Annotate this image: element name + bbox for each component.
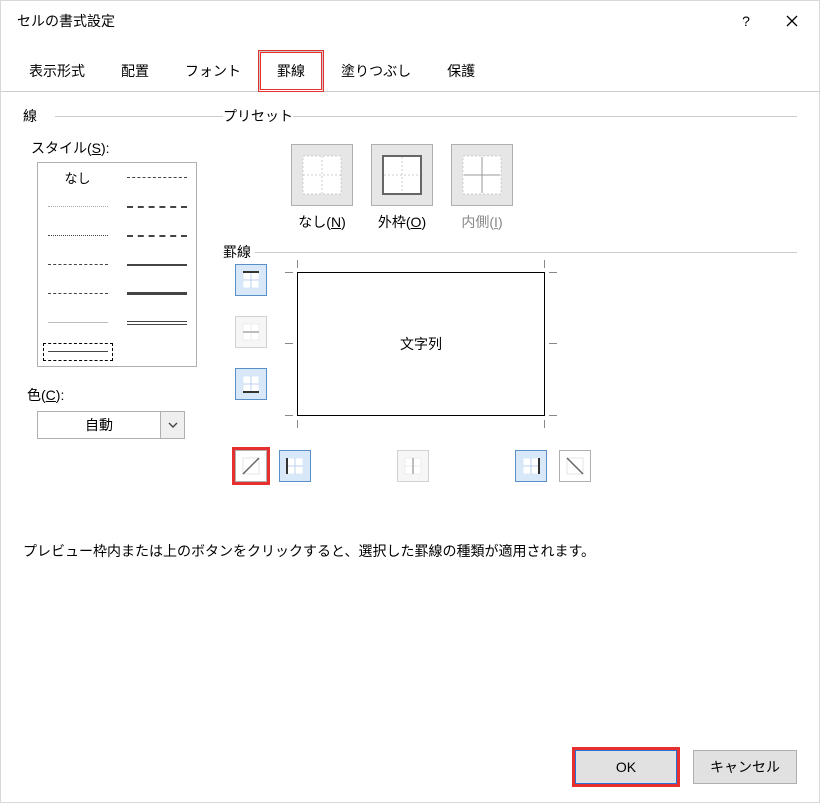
border-right-button[interactable] xyxy=(515,450,547,482)
preset-inside-label: 内側(I) xyxy=(461,212,502,232)
preset-group-title: プリセット xyxy=(223,106,797,126)
border-bottom-row xyxy=(235,450,591,482)
color-dropdown-button[interactable] xyxy=(160,412,184,438)
preset-none-button[interactable] xyxy=(291,144,353,206)
help-button[interactable]: ? xyxy=(723,5,769,37)
border-top-button[interactable] xyxy=(235,264,267,296)
line-style-dotted[interactable] xyxy=(43,227,113,245)
preset-outline-label: 外枠(O) xyxy=(378,212,426,232)
tab-border[interactable]: 罫線 xyxy=(259,51,323,91)
border-bottom-icon xyxy=(240,373,262,395)
border-diagonal-up-button[interactable] xyxy=(235,450,267,482)
tab-fill[interactable]: 塗りつぶし xyxy=(323,51,429,91)
line-group: 線 スタイル(S): なし 色(C): 自動 xyxy=(23,106,223,560)
border-side-column xyxy=(235,264,267,400)
preset-inside: 内側(I) xyxy=(451,144,513,232)
border-center-icon xyxy=(402,455,424,477)
line-style-grey[interactable] xyxy=(43,314,113,332)
line-style-medium[interactable] xyxy=(122,256,192,274)
chevron-down-icon xyxy=(168,422,178,428)
preset-outline: 外枠(O) xyxy=(371,144,433,232)
line-style-list[interactable]: なし xyxy=(37,162,197,367)
tab-protection[interactable]: 保護 xyxy=(429,51,493,91)
grid-outline-icon xyxy=(382,155,422,195)
color-combobox[interactable]: 自動 xyxy=(37,411,185,439)
color-label: 色(C): xyxy=(23,367,223,411)
preset-none-label: なし(N) xyxy=(298,212,345,232)
border-right-icon xyxy=(520,455,542,477)
tab-font[interactable]: フォント xyxy=(167,51,259,91)
tab-alignment[interactable]: 配置 xyxy=(103,51,167,91)
cancel-button[interactable]: キャンセル xyxy=(693,750,797,784)
diagonal-up-icon xyxy=(240,455,262,477)
close-icon xyxy=(786,15,798,27)
border-group-title: 罫線 xyxy=(223,242,797,262)
line-style-none[interactable]: なし xyxy=(43,169,113,187)
border-group: 罫線 xyxy=(223,242,797,262)
line-style-hair[interactable] xyxy=(43,198,113,216)
ok-button[interactable]: OK xyxy=(575,750,677,784)
preview-text: 文字列 xyxy=(297,272,545,416)
tab-strip: 表示形式 配置 フォント 罫線 塗りつぶし 保護 xyxy=(1,41,819,92)
line-style-dash-dot[interactable] xyxy=(43,285,113,303)
line-style-medium-dash[interactable] xyxy=(122,227,192,245)
border-left-icon xyxy=(284,455,306,477)
line-style-double[interactable] xyxy=(122,314,192,332)
border-top-icon xyxy=(240,269,262,291)
border-middle-icon xyxy=(240,321,262,343)
preset-outline-button[interactable] xyxy=(371,144,433,206)
line-style-blank xyxy=(122,343,192,361)
preset-none: なし(N) xyxy=(291,144,353,232)
tab-display-format[interactable]: 表示形式 xyxy=(11,51,103,91)
line-style-thin[interactable] xyxy=(43,343,113,361)
border-preview[interactable]: 文字列 xyxy=(287,262,555,426)
grid-inside-icon xyxy=(462,155,502,195)
dialog-title: セルの書式設定 xyxy=(17,11,723,31)
hint-text: プレビュー枠内または上のボタンをクリックすると、選択した罫線の種類が適用されます… xyxy=(23,541,797,561)
button-bar: OK キャンセル xyxy=(575,750,797,784)
line-style-dash-dot-dot[interactable] xyxy=(122,169,192,187)
tab-border-label: 罫線 xyxy=(277,63,305,79)
grid-none-icon xyxy=(302,155,342,195)
color-value: 自動 xyxy=(38,412,160,438)
line-style-medium-dash-dot[interactable] xyxy=(122,198,192,216)
dialog-content: 線 スタイル(S): なし 色(C): 自動 xyxy=(1,92,819,560)
line-group-title: 線 xyxy=(23,106,223,126)
border-left-button[interactable] xyxy=(279,450,311,482)
border-center-button[interactable] xyxy=(397,450,429,482)
style-label: スタイル(S): xyxy=(23,134,223,162)
border-diagonal-down-button[interactable] xyxy=(559,450,591,482)
title-bar: セルの書式設定 ? xyxy=(1,1,819,41)
line-style-thick[interactable] xyxy=(122,285,192,303)
close-button[interactable] xyxy=(769,5,815,37)
border-bottom-button[interactable] xyxy=(235,368,267,400)
preset-inside-button[interactable] xyxy=(451,144,513,206)
preset-row: なし(N) 外枠(O) xyxy=(223,134,797,232)
diagonal-down-icon xyxy=(564,455,586,477)
line-style-dashed[interactable] xyxy=(43,256,113,274)
border-middle-button[interactable] xyxy=(235,316,267,348)
